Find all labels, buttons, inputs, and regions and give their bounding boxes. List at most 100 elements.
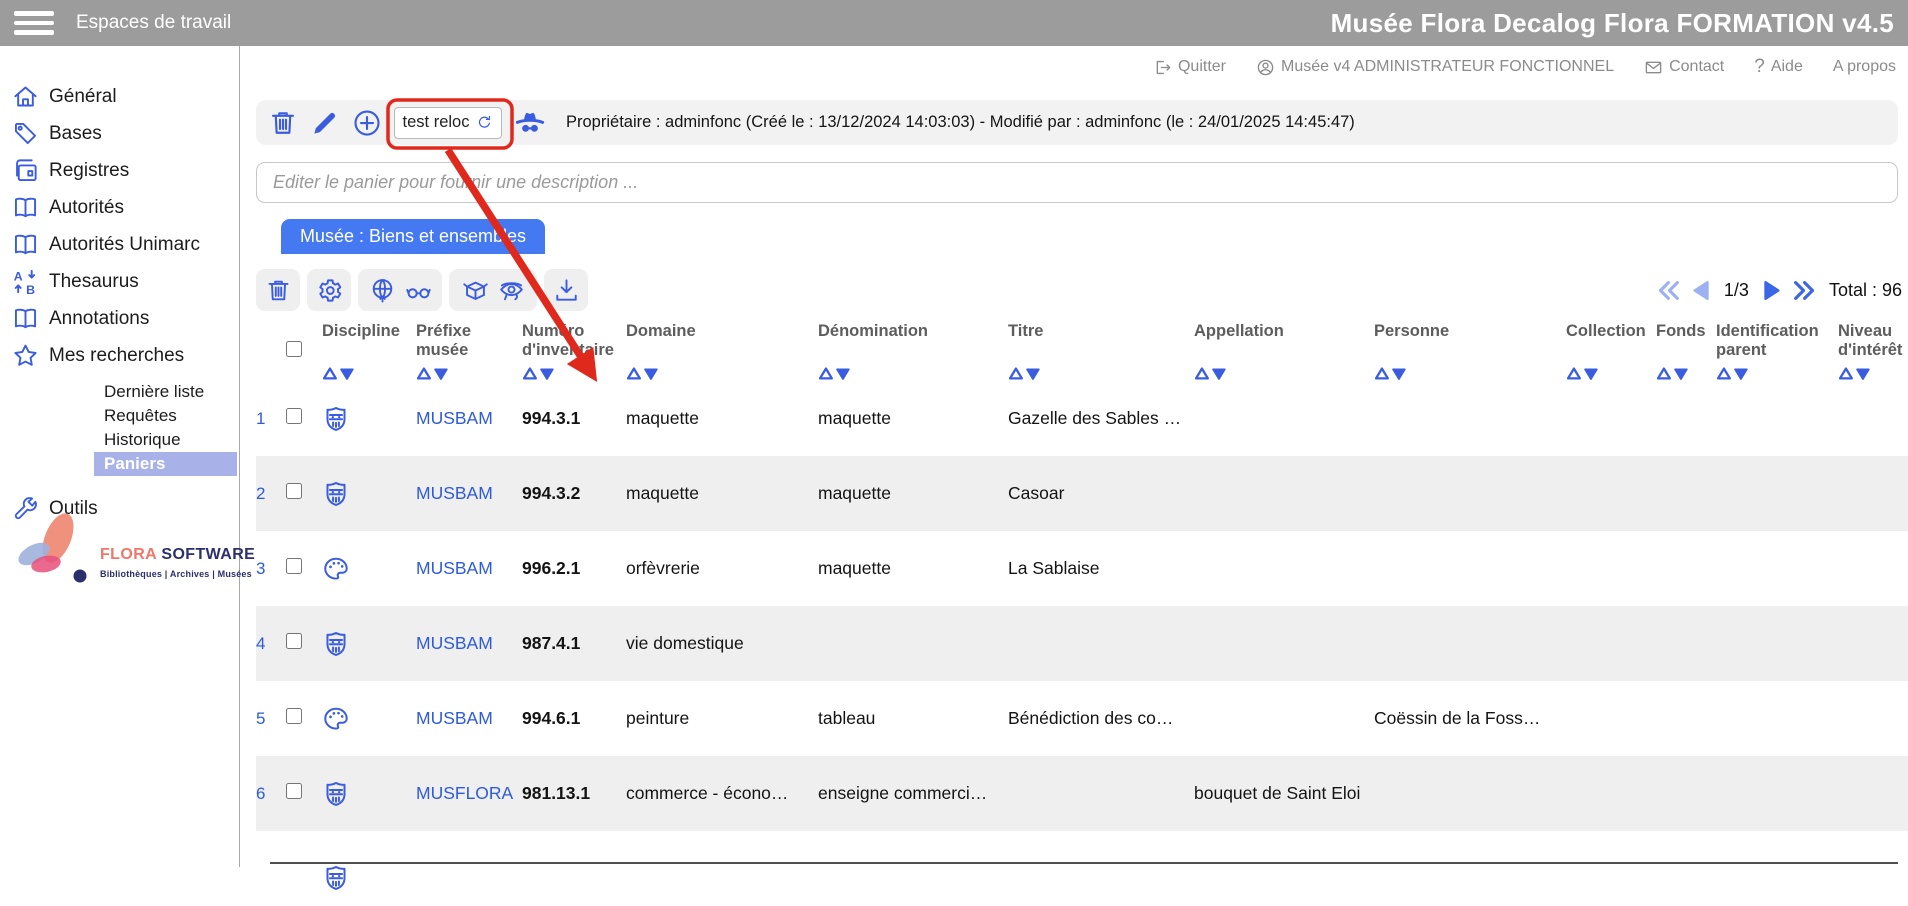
sidebar-item-annotations[interactable]: Annotations <box>0 300 239 337</box>
row-checkbox[interactable] <box>286 558 302 574</box>
sort-control[interactable] <box>1194 366 1228 381</box>
sort-control[interactable] <box>626 366 660 381</box>
last-page-button[interactable] <box>1790 277 1817 304</box>
prefix-link[interactable]: MUSBAM <box>416 708 493 728</box>
table-row: 4 MUSBAM 987.4.1 vie domestique <box>256 606 1908 681</box>
sidebar-item-mes-recherches[interactable]: Mes recherches <box>0 337 239 374</box>
sidebar-subitem-requetes[interactable]: Requêtes <box>94 404 237 428</box>
add-basket-button[interactable] <box>352 108 382 138</box>
header-niveau-interet: Niveau d'intérêt <box>1838 318 1908 381</box>
cell-identification-parent <box>1716 756 1838 831</box>
header-numero-inventaire: Numéro d'inventaire <box>522 318 626 381</box>
sort-control[interactable] <box>1838 366 1872 381</box>
cell-denomination: tableau <box>818 681 1008 756</box>
cell-collection <box>1566 756 1656 831</box>
refresh-icon[interactable] <box>476 114 493 131</box>
sidebar-subitem-historique[interactable]: Historique <box>94 428 237 452</box>
cell-fonds <box>1656 681 1716 756</box>
row-checkbox[interactable] <box>286 783 302 799</box>
sort-control[interactable] <box>1656 366 1690 381</box>
open-box-icon[interactable] <box>462 277 489 304</box>
app-title: Musée Flora Decalog Flora FORMATION v4.5 <box>1331 8 1894 39</box>
sort-control[interactable] <box>522 366 556 381</box>
prefix-link[interactable]: MUSBAM <box>416 408 493 428</box>
sidebar-item-label: Mes recherches <box>49 345 184 367</box>
sort-control[interactable] <box>1008 366 1042 381</box>
row-checkbox[interactable] <box>286 483 302 499</box>
cell-domaine: maquette <box>626 381 818 456</box>
quit-link[interactable]: Quitter <box>1153 58 1226 77</box>
sidebar-item-bases[interactable]: Bases <box>0 115 239 152</box>
row-number-link[interactable]: 2 <box>256 484 265 503</box>
delete-items-button[interactable] <box>256 269 300 311</box>
delete-basket-button[interactable] <box>268 108 298 138</box>
sidebar-item-thesaurus[interactable]: Thesaurus <box>0 263 239 300</box>
sort-control[interactable] <box>1566 366 1600 381</box>
sidebar-item-autorites-unimarc[interactable]: Autorités Unimarc <box>0 226 239 263</box>
row-number-link[interactable]: 4 <box>256 634 265 653</box>
publish-view-group <box>358 269 442 311</box>
cell-appellation <box>1194 531 1374 606</box>
current-user[interactable]: Musée v4 ADMINISTRATEUR FONCTIONNEL <box>1256 58 1614 77</box>
row-checkbox[interactable] <box>286 708 302 724</box>
cell-niveau-interet <box>1838 381 1908 456</box>
row-checkbox[interactable] <box>286 408 302 424</box>
sort-control[interactable] <box>1374 366 1408 381</box>
row-checkbox[interactable] <box>286 633 302 649</box>
eye-of-horus-icon[interactable] <box>498 277 525 304</box>
hamburger-menu-icon[interactable] <box>14 11 54 35</box>
prefix-link[interactable]: MUSFLORA <box>416 783 513 803</box>
header-collection: Collection <box>1566 318 1656 381</box>
sidebar-item-general[interactable]: Général <box>0 78 239 115</box>
tab-musee-biens-et-ensembles[interactable]: Musée : Biens et ensembles <box>281 219 545 254</box>
contact-label: Contact <box>1669 58 1724 76</box>
sidebar-item-autorites[interactable]: Autorités <box>0 189 239 226</box>
cell-appellation <box>1194 381 1374 456</box>
basket-name-selector[interactable]: test reloc <box>394 107 502 139</box>
sidebar-item-label: Bases <box>49 123 102 145</box>
header-fonds: Fonds <box>1656 318 1716 381</box>
cell-collection <box>1566 606 1656 681</box>
first-page-button[interactable] <box>1656 277 1683 304</box>
row-number-link[interactable]: 3 <box>256 559 265 578</box>
cell-titre <box>1008 606 1194 681</box>
list-settings-button[interactable] <box>307 269 351 311</box>
export-download-button[interactable] <box>544 269 588 311</box>
user-circle-icon <box>1256 58 1275 77</box>
prefix-link[interactable]: MUSBAM <box>416 558 493 578</box>
gear-icon <box>316 277 343 304</box>
sidebar-item-label: Général <box>49 86 117 108</box>
globe-upload-icon[interactable] <box>369 277 396 304</box>
row-number-link[interactable]: 5 <box>256 709 265 728</box>
basket-name: test reloc <box>403 113 470 132</box>
sort-control[interactable] <box>818 366 852 381</box>
sort-control[interactable] <box>322 366 356 381</box>
basket-description-input[interactable] <box>256 162 1898 203</box>
prefix-link[interactable]: MUSBAM <box>416 633 493 653</box>
row-number-link[interactable]: 1 <box>256 409 265 428</box>
cell-fonds <box>1656 606 1716 681</box>
share-basket-button[interactable] <box>514 107 546 139</box>
sidebar-item-registres[interactable]: Registres <box>0 152 239 189</box>
contact-link[interactable]: Contact <box>1644 58 1724 77</box>
edit-basket-button[interactable] <box>310 108 340 138</box>
header-discipline: Discipline <box>322 318 416 381</box>
sidebar-subitem-derniere-liste[interactable]: Dernière liste <box>94 380 237 404</box>
sort-control[interactable] <box>1716 366 1750 381</box>
prefix-link[interactable]: MUSBAM <box>416 483 493 503</box>
about-link[interactable]: A propos <box>1833 58 1896 76</box>
previous-page-button[interactable] <box>1689 277 1716 304</box>
next-page-button[interactable] <box>1757 277 1784 304</box>
sidebar-subitem-paniers[interactable]: Paniers <box>94 452 237 476</box>
triangle-left-icon <box>1689 277 1716 304</box>
row-number-link[interactable]: 6 <box>256 784 265 803</box>
inventory-number: 996.2.1 <box>522 531 626 606</box>
select-all-checkbox[interactable] <box>286 341 302 357</box>
cell-denomination: enseigne commerci… <box>818 756 1008 831</box>
sort-control[interactable] <box>416 366 450 381</box>
cell-denomination: maquette <box>818 381 1008 456</box>
glasses-icon[interactable] <box>405 277 432 304</box>
cell-titre: La Sablaise <box>1008 531 1194 606</box>
help-link[interactable]: ? Aide <box>1754 56 1803 78</box>
download-icon <box>553 277 580 304</box>
